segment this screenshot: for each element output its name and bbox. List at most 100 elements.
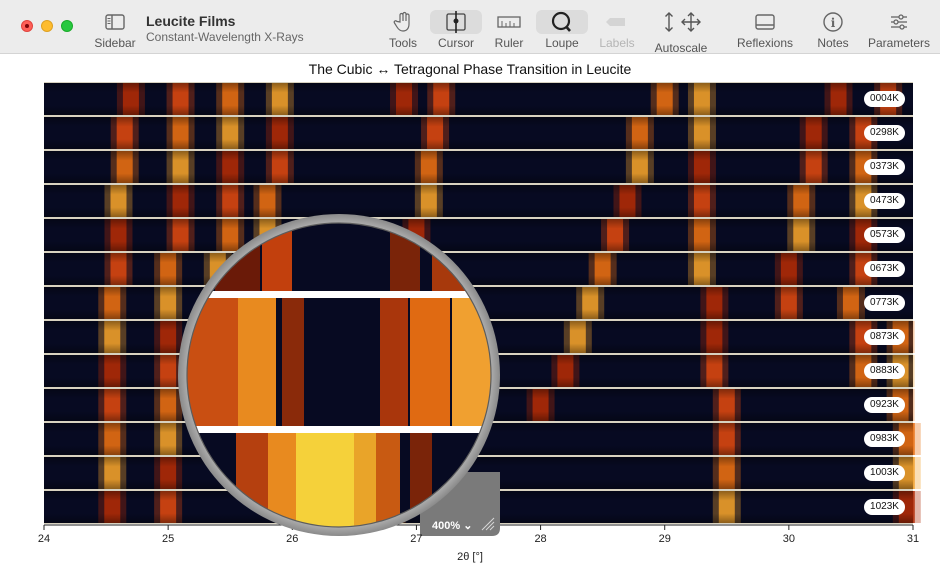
- heatmap-plot[interactable]: [0, 0, 940, 571]
- peak-band: [793, 185, 810, 217]
- peak-band: [110, 219, 127, 251]
- row-separator: [44, 490, 913, 524]
- row-separator: [44, 116, 913, 150]
- peak-glow: [216, 83, 245, 115]
- row-separator: [44, 422, 913, 456]
- tag-label-icon: [606, 18, 625, 26]
- close-window-button[interactable]: [21, 20, 33, 32]
- x-tick-label: 27: [410, 533, 423, 545]
- peak-band: [160, 253, 177, 285]
- loupe-peak-band: [452, 298, 491, 426]
- peak-band: [383, 423, 400, 455]
- heatmap-row: [44, 218, 913, 252]
- peak-band: [122, 83, 139, 115]
- peak-glow: [154, 389, 183, 421]
- peak-glow: [104, 219, 133, 251]
- peak-band: [383, 491, 400, 523]
- cursor-label: Cursor: [437, 36, 474, 50]
- peak-glow: [588, 253, 617, 285]
- peak-glow: [625, 151, 654, 183]
- tools-button[interactable]: Tools: [386, 10, 420, 50]
- sliders-icon: [891, 14, 907, 30]
- chevron-down-icon: ⌄: [463, 520, 473, 532]
- document-title: Leucite Films: [146, 13, 236, 29]
- loupe-zoom-level[interactable]: 400% ⌄: [432, 519, 472, 532]
- peak-band: [160, 423, 177, 455]
- peak-glow: [787, 185, 816, 217]
- peak-band: [172, 117, 189, 149]
- peak-glow: [799, 117, 828, 149]
- peak-glow: [154, 491, 183, 523]
- autoscale-button[interactable]: Autoscale: [653, 10, 709, 55]
- x-axis-label: 2θ [°]: [457, 551, 483, 563]
- parameters-button[interactable]: Parameters: [868, 10, 930, 50]
- peak-glow: [787, 219, 816, 251]
- row-separator: [44, 388, 913, 422]
- peak-band: [160, 355, 177, 387]
- loupe-button[interactable]: Loupe: [538, 10, 586, 50]
- labels-button[interactable]: Labels: [598, 10, 636, 50]
- row-background: [44, 457, 913, 489]
- cursor-button[interactable]: Cursor: [433, 10, 479, 50]
- reflexions-button[interactable]: Reflexions: [736, 10, 794, 50]
- loupe-peak-band: [410, 298, 450, 426]
- peak-glow: [166, 151, 195, 183]
- peak-band: [718, 423, 735, 455]
- peak-band: [116, 117, 133, 149]
- peak-glow: [712, 491, 741, 523]
- row-shading: [44, 491, 913, 523]
- loupe-peak-band: [376, 433, 400, 527]
- peak-glow: [253, 253, 282, 285]
- peak-band: [532, 389, 549, 421]
- zoom-window-button[interactable]: [61, 20, 73, 32]
- row-background: [44, 151, 913, 183]
- heatmap-row: [44, 456, 921, 490]
- row-background: [44, 321, 913, 353]
- loupe-magnifier[interactable]: [178, 214, 500, 543]
- peak-glow: [253, 185, 282, 217]
- heatmap-row: [44, 320, 915, 354]
- peak-glow: [110, 117, 139, 149]
- minimize-window-button[interactable]: [41, 20, 53, 32]
- peak-band: [209, 287, 226, 319]
- peak-band: [160, 491, 177, 523]
- peak-band: [383, 321, 400, 353]
- reflexions-panel-icon: [755, 14, 775, 30]
- peak-band: [383, 389, 400, 421]
- x-tick-label: 25: [162, 533, 175, 545]
- row-background: [44, 219, 913, 251]
- peak-glow: [700, 355, 729, 387]
- row-shading: [44, 117, 913, 149]
- row-separator: [44, 320, 913, 354]
- x-tick-label: 29: [658, 533, 671, 545]
- peak-glow: [377, 389, 406, 421]
- peak-glow: [154, 457, 183, 489]
- peak-band: [104, 321, 121, 353]
- x-tick-label: 28: [534, 533, 547, 545]
- row-background: [44, 389, 913, 421]
- temperature-label: 0673K: [864, 261, 905, 277]
- peak-glow: [191, 321, 220, 353]
- ruler-button[interactable]: Ruler: [492, 10, 526, 50]
- peak-band: [582, 287, 599, 319]
- peak-band: [693, 117, 710, 149]
- heatmap-row: [44, 422, 921, 456]
- notes-button[interactable]: i Notes: [816, 10, 850, 50]
- peak-glow: [166, 219, 195, 251]
- peak-band: [718, 389, 735, 421]
- row-separator: [44, 354, 913, 388]
- parameters-label: Parameters: [868, 36, 931, 50]
- peak-band: [259, 219, 276, 251]
- peak-glow: [154, 287, 183, 319]
- vertical-arrows-icon: [665, 12, 673, 32]
- peak-glow: [98, 355, 127, 387]
- loupe-peak-band: [268, 433, 296, 527]
- peak-band: [569, 321, 586, 353]
- peak-band: [247, 287, 264, 319]
- peak-glow: [154, 355, 183, 387]
- x-tick-label: 26: [286, 533, 299, 545]
- peak-glow: [377, 321, 406, 353]
- peak-glow: [836, 287, 865, 319]
- sidebar-button[interactable]: Sidebar: [93, 10, 137, 50]
- row-separator: [44, 150, 913, 184]
